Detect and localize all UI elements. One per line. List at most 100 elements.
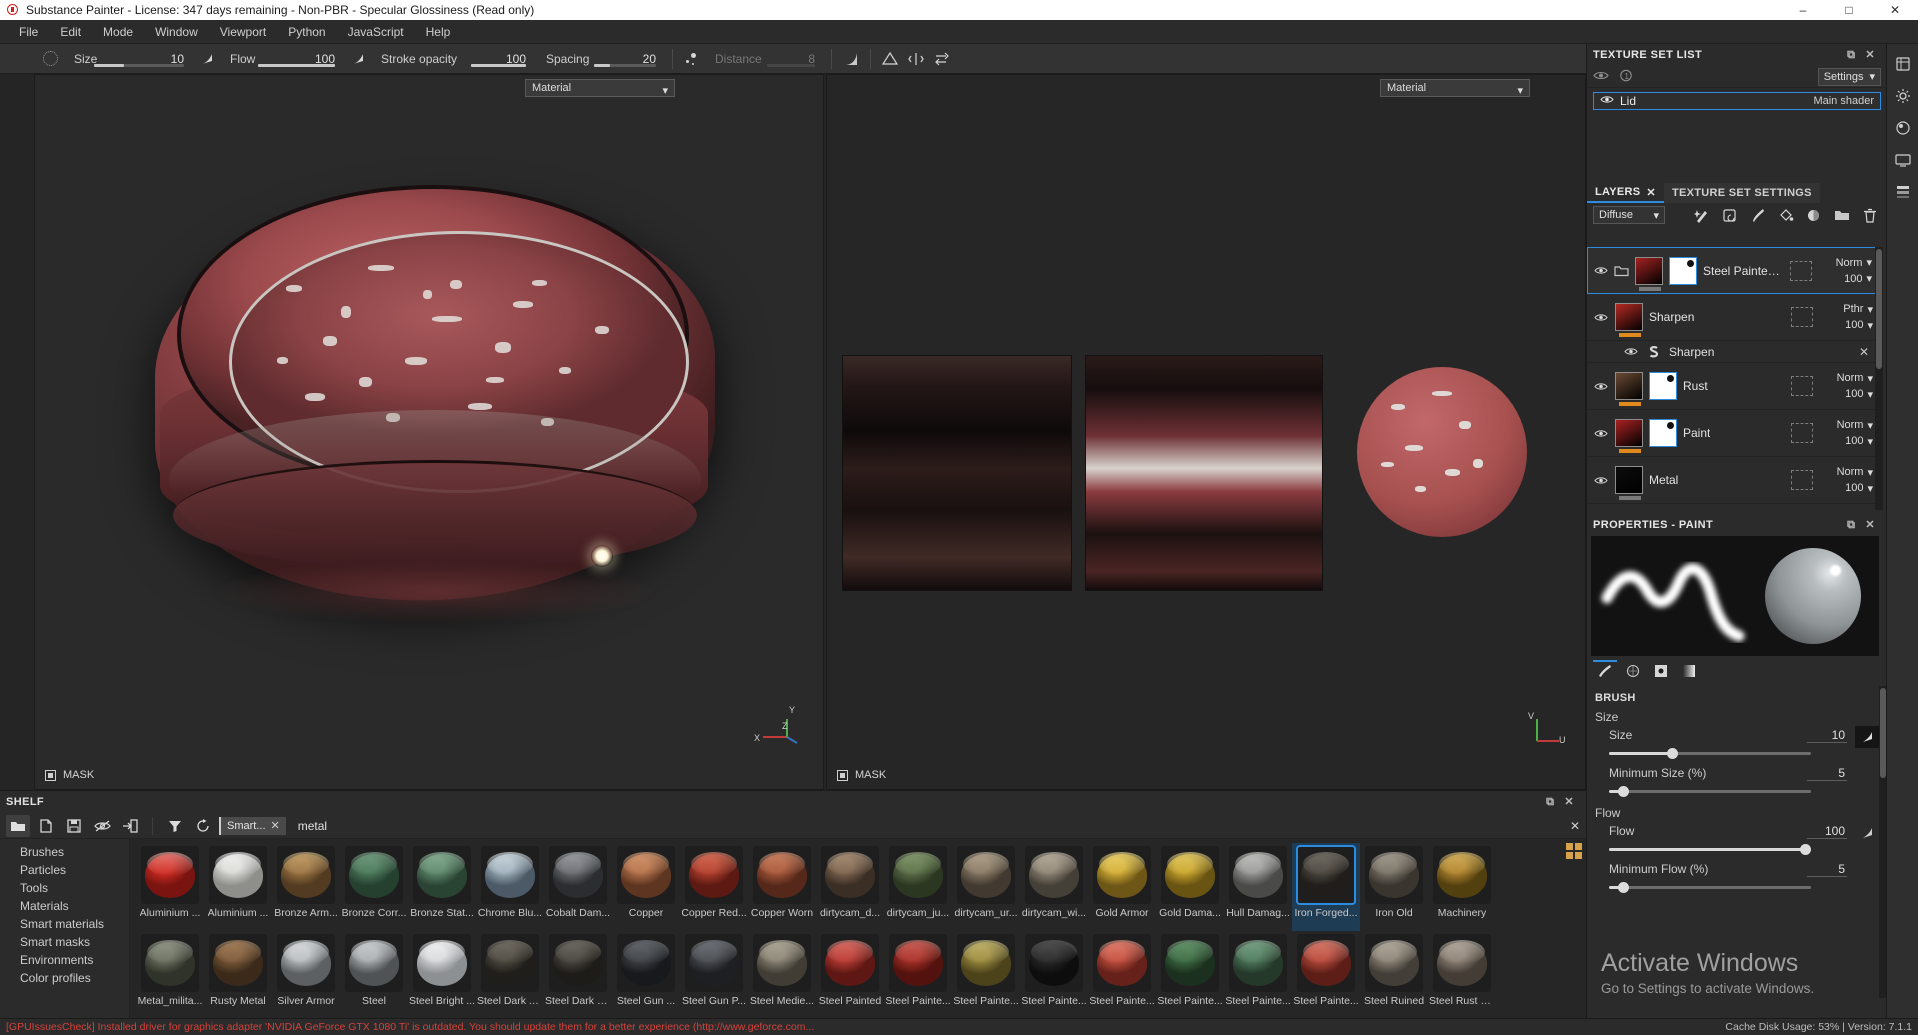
shelf-item[interactable]: Copper Worn xyxy=(748,843,816,931)
brush-flow-jitter-button[interactable] xyxy=(1855,822,1879,844)
layers-channel-select[interactable]: Diffuse ▾ xyxy=(1593,206,1665,224)
shelf-item[interactable]: Steel Dark S... xyxy=(544,931,612,1019)
layers-scrollbar[interactable] xyxy=(1875,247,1883,510)
shelf-item[interactable]: Steel Painte... xyxy=(1224,931,1292,1019)
material-tab[interactable] xyxy=(1647,660,1675,682)
menu-mode[interactable]: Mode xyxy=(92,20,144,44)
param-stroke-opacity[interactable]: Stroke opacity 100 xyxy=(371,44,536,74)
clear-search-icon[interactable]: ✕ xyxy=(1564,819,1586,833)
add-fill-layer-icon[interactable] xyxy=(1775,205,1797,225)
texture-set-settings-icon[interactable] xyxy=(1891,84,1915,108)
viewport-3d-mask-indicator[interactable]: MASK xyxy=(45,769,94,781)
layer-extra-slot[interactable] xyxy=(1791,423,1813,443)
close-icon[interactable]: ✕ xyxy=(1865,520,1875,531)
layer-visibility-icon[interactable] xyxy=(1593,473,1609,487)
menu-help[interactable]: Help xyxy=(415,20,462,44)
shelf-item[interactable]: Steel Bright ... xyxy=(408,931,476,1019)
falloff-curve-icon[interactable] xyxy=(838,46,864,72)
add-paint-layer-icon[interactable] xyxy=(1747,205,1769,225)
viewport-3d-channel-select[interactable]: Material ▾ xyxy=(525,79,675,97)
brush-minimum-flow-slider[interactable] xyxy=(1609,882,1849,892)
layer-visibility-icon[interactable] xyxy=(1593,426,1609,440)
layer-blend-mode[interactable]: Pthr▾ xyxy=(1843,303,1873,316)
brush-flow-value[interactable]: 100 xyxy=(1807,824,1847,839)
shelf-item[interactable]: Steel Painte... xyxy=(1020,931,1088,1019)
shelf-item[interactable]: Steel Painte... xyxy=(884,931,952,1019)
layer-thumbnail[interactable] xyxy=(1635,257,1663,285)
layers-list[interactable]: Steel Painted Chip...Norm▾100▾SharpenPth… xyxy=(1587,247,1879,510)
shelf-search-input[interactable] xyxy=(290,816,1560,836)
shelf-item[interactable]: Silver Armor xyxy=(272,931,340,1019)
brush-size-jitter-button[interactable] xyxy=(1855,726,1879,748)
symmetry-plane-icon[interactable] xyxy=(877,46,903,72)
shelf-item[interactable]: dirtycam_wi... xyxy=(1020,843,1088,931)
shelf-item[interactable]: Aluminium ... xyxy=(204,843,272,931)
layer-blend-mode[interactable]: Norm▾ xyxy=(1837,419,1873,432)
shelf-item[interactable]: Copper xyxy=(612,843,680,931)
brush-minimum-size-row[interactable]: Minimum Size (%) 5 xyxy=(1591,764,1849,782)
layer-mask-thumbnail[interactable] xyxy=(1649,419,1677,447)
param-spacing[interactable]: Spacing 20 xyxy=(536,44,666,74)
close-icon[interactable]: ✕ xyxy=(1865,50,1875,61)
shelf-item[interactable]: Gold Armor xyxy=(1088,843,1156,931)
delete-layer-icon[interactable] xyxy=(1859,205,1881,225)
shelf-item[interactable]: Steel Gun P... xyxy=(680,931,748,1019)
alpha-tab[interactable] xyxy=(1619,660,1647,682)
layer-effect-row[interactable]: Sharpen✕ xyxy=(1587,341,1879,363)
close-icon[interactable]: ✕ xyxy=(1646,186,1656,199)
float-panel-icon[interactable]: ⧉ xyxy=(1847,50,1855,61)
grid-view-icon[interactable] xyxy=(1566,843,1582,859)
shelf-item[interactable]: Aluminium ... xyxy=(136,843,204,931)
filter-icon[interactable] xyxy=(163,815,187,837)
hide-icon[interactable] xyxy=(90,815,114,837)
brush-minimum-size-slider[interactable] xyxy=(1609,786,1849,796)
layer-opacity[interactable]: 100▾ xyxy=(1844,272,1872,285)
brush-minimum-size-value[interactable]: 5 xyxy=(1807,766,1847,781)
shelf-category-particles[interactable]: Particles xyxy=(0,861,129,879)
layer-row[interactable]: SharpenPthr▾100▾ xyxy=(1587,294,1879,341)
shelf-item[interactable]: Iron Old xyxy=(1360,843,1428,931)
layer-mask-thumbnail[interactable] xyxy=(1649,372,1677,400)
shelf-item[interactable]: Steel Painte... xyxy=(1292,931,1360,1019)
shelf-item[interactable]: Hull Damag... xyxy=(1224,843,1292,931)
brush-minimum-flow-row[interactable]: Minimum Flow (%) 5 xyxy=(1591,860,1849,878)
shelf-item[interactable]: Machinery xyxy=(1428,843,1496,931)
menu-file[interactable]: File xyxy=(8,20,49,44)
shelf-item[interactable]: Bronze Arm... xyxy=(272,843,340,931)
menu-window[interactable]: Window xyxy=(144,20,209,44)
layer-blend-mode[interactable]: Norm▾ xyxy=(1837,466,1873,479)
menu-edit[interactable]: Edit xyxy=(49,20,92,44)
viewport-2d-channel-select[interactable]: Material ▾ xyxy=(1380,79,1530,97)
layer-visibility-icon[interactable] xyxy=(1593,379,1609,393)
layer-extra-slot[interactable] xyxy=(1791,470,1813,490)
shelf-item[interactable]: dirtycam_d... xyxy=(816,843,884,931)
close-icon[interactable]: ✕ xyxy=(1564,797,1574,808)
shelf-item[interactable]: Steel Painted xyxy=(816,931,884,1019)
shelf-item[interactable]: Chrome Blu... xyxy=(476,843,544,931)
texture-set-list-icon[interactable] xyxy=(1891,52,1915,76)
menu-viewport[interactable]: Viewport xyxy=(209,20,277,44)
layer-opacity[interactable]: 100▾ xyxy=(1845,482,1873,495)
shelf-item[interactable]: Bronze Stat... xyxy=(408,843,476,931)
shelf-item[interactable]: dirtycam_ju... xyxy=(884,843,952,931)
close-button[interactable]: ✕ xyxy=(1872,0,1918,20)
shelf-item[interactable]: Bronze Corr... xyxy=(340,843,408,931)
add-effect-icon[interactable] xyxy=(1691,205,1713,225)
brush-stroke-tab[interactable] xyxy=(1591,660,1619,682)
shelf-item[interactable]: Steel Painte... xyxy=(1088,931,1156,1019)
layer-visibility-icon[interactable] xyxy=(1593,310,1609,324)
gradient-tab[interactable] xyxy=(1675,660,1703,682)
shelf-item[interactable]: Steel Gun ... xyxy=(612,931,680,1019)
save-icon[interactable] xyxy=(62,815,86,837)
info-icon[interactable]: 1 xyxy=(1619,69,1633,85)
shader-settings-icon[interactable] xyxy=(1891,116,1915,140)
layer-row[interactable]: RustNorm▾100▾ xyxy=(1587,363,1879,410)
visibility-toggle-icon[interactable] xyxy=(1593,69,1609,85)
symmetry-axis-icon[interactable] xyxy=(929,46,955,72)
history-icon[interactable] xyxy=(1891,180,1915,204)
layer-extra-slot[interactable] xyxy=(1791,307,1813,327)
eye-icon[interactable] xyxy=(1600,94,1614,108)
display-settings-icon[interactable] xyxy=(1891,148,1915,172)
layer-blend-mode[interactable]: Norm▾ xyxy=(1836,256,1872,269)
param-distance[interactable]: Distance 8 xyxy=(705,44,825,74)
